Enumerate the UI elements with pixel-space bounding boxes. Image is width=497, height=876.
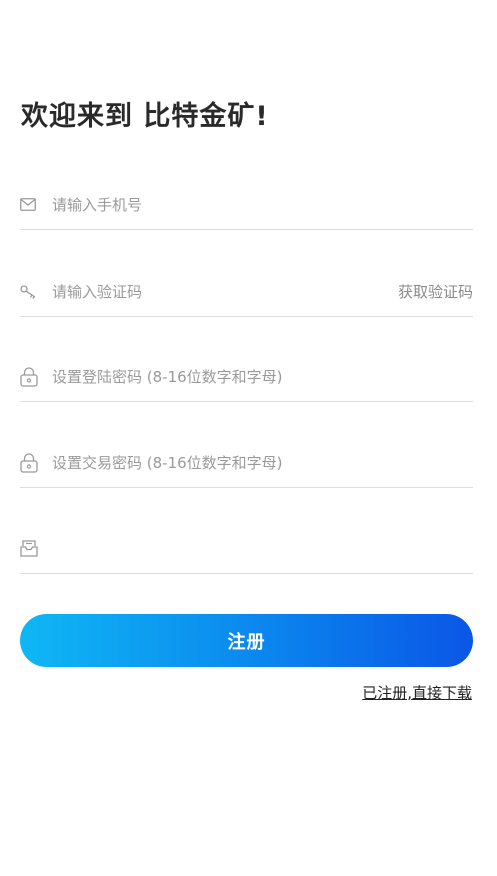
invite-code-input[interactable] [52, 533, 473, 564]
login-password-input[interactable] [52, 361, 473, 392]
register-button[interactable]: 注册 [20, 614, 473, 667]
phone-input[interactable] [52, 189, 473, 220]
lock-icon [20, 452, 42, 474]
mail-icon [20, 194, 42, 216]
register-page: 欢迎来到 比特金矿! 获取验证码 [0, 0, 497, 876]
verification-code-input[interactable] [52, 276, 398, 307]
code-field-row: 获取验证码 [20, 267, 473, 317]
login-password-field-row [20, 352, 473, 402]
invite-code-field-row [20, 524, 473, 574]
lock-icon [20, 366, 42, 388]
phone-field-row [20, 180, 473, 230]
get-code-button[interactable]: 获取验证码 [398, 281, 473, 302]
download-link[interactable]: 已注册,直接下载 [362, 682, 472, 703]
trade-password-input[interactable] [52, 447, 473, 478]
page-title: 欢迎来到 比特金矿! [21, 101, 269, 132]
trade-password-field-row [20, 438, 473, 488]
key-icon [20, 281, 42, 303]
inbox-icon [20, 538, 42, 560]
